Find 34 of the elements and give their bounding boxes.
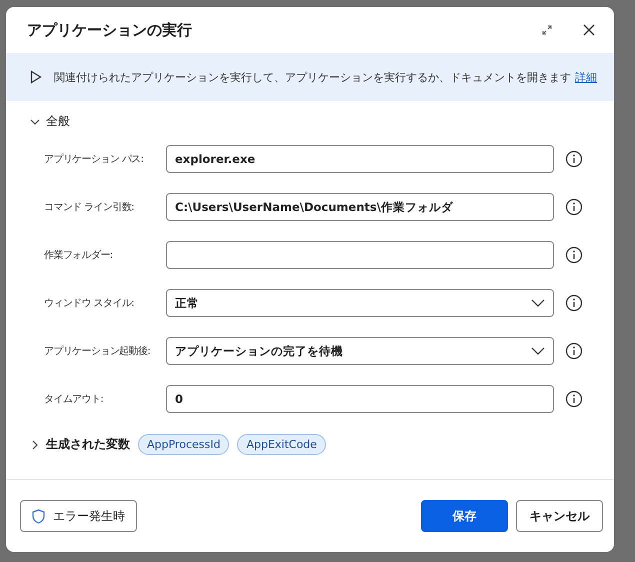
field-label: 作業フォルダー: (44, 248, 114, 262)
field-label: アプリケーション パス: (44, 152, 144, 166)
on-error-button[interactable]: エラー発生時 (20, 500, 137, 532)
chevron-down-icon (531, 299, 545, 307)
chevron-right-icon (30, 440, 40, 450)
info-icon[interactable] (565, 246, 583, 264)
save-button[interactable]: 保存 (421, 500, 508, 532)
variables-section-toggle[interactable]: 生成された変数 (30, 436, 130, 453)
variable-chip[interactable]: AppProcessId (138, 434, 230, 455)
chevron-down-icon (30, 116, 40, 126)
play-icon (30, 70, 42, 84)
input-field[interactable]: 0 (166, 385, 554, 413)
dropdown-field[interactable]: アプリケーションの完了を待機 (166, 337, 554, 365)
variable-chip[interactable]: AppExitCode (237, 434, 326, 455)
dialog-title: アプリケーションの実行 (27, 20, 193, 40)
chevron-down-icon (531, 347, 545, 355)
input-field[interactable]: explorer.exe (166, 145, 554, 173)
field-label: アプリケーション起動後: (44, 344, 152, 358)
info-icon[interactable] (565, 390, 583, 408)
info-icon[interactable] (565, 150, 583, 168)
info-icon[interactable] (565, 342, 583, 360)
cancel-button[interactable]: キャンセル (516, 500, 603, 532)
input-field[interactable]: C:\Users\UserName\Documents\作業フォルダ (166, 193, 554, 221)
dropdown-field[interactable]: 正常 (166, 289, 554, 317)
info-icon[interactable] (565, 198, 583, 216)
field-label: コマンド ライン引数: (44, 201, 135, 214)
shield-icon (32, 508, 45, 524)
details-link[interactable]: 詳細 (575, 70, 597, 84)
input-field[interactable] (166, 241, 554, 269)
info-icon[interactable] (565, 294, 583, 312)
banner-text: 関連付けられたアプリケーションを実行して、アプリケーションを実行するか、ドキュメントを開きます 詳細 (54, 70, 597, 84)
field-label: ウィンドウ スタイル: (44, 297, 135, 310)
general-section-toggle[interactable]: 全般 (30, 113, 70, 130)
field-label: タイムアウト: (44, 393, 104, 406)
